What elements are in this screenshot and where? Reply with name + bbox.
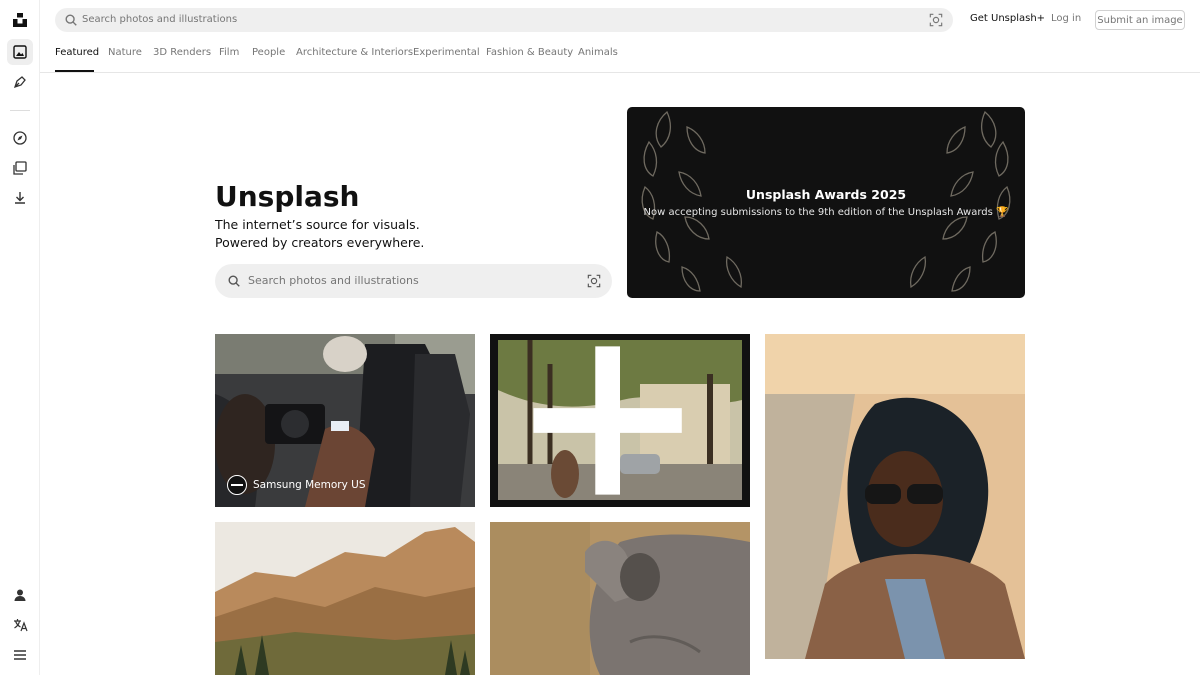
illustrations-icon[interactable] [7,69,33,95]
photo-mountains[interactable] [215,522,475,675]
download-icon[interactable] [7,185,33,211]
explore-icon[interactable] [7,125,33,151]
category-tabs: Featured Nature 3D Renders Film People A… [40,40,1200,73]
photo-credit[interactable]: Samsung Memory US [227,475,366,495]
photographer-name[interactable]: Samsung Memory US [253,478,366,492]
tab-nature[interactable]: Nature [108,46,142,60]
unsplash-logo-icon[interactable] [7,7,33,33]
photo-paris-street[interactable] [490,334,750,507]
page-title: Unsplash [215,180,360,213]
hero-subtitle-line-1: The internet’s source for visuals. [215,217,420,232]
awards-banner[interactable]: Unsplash Awards 2025 Now accepting submi… [627,107,1025,298]
tab-people[interactable]: People [252,46,285,60]
awards-title: Unsplash Awards 2025 [745,187,907,202]
top-header: Search photos and illustrations Get Unsp… [40,0,1200,40]
tab-architecture-interiors[interactable]: Architecture & Interiors [296,46,413,60]
tab-film[interactable]: Film [219,46,239,60]
user-icon[interactable] [7,582,33,608]
unsplash-plus-icon [533,346,682,495]
photo-mountains-image [215,522,475,675]
tab-experimental[interactable]: Experimental [413,46,480,60]
hero-subtitle-line-2: Powered by creators everywhere. [215,235,425,250]
awards-subtitle: Now accepting submissions to the 9th edi… [643,207,1009,218]
photos-icon[interactable] [7,39,33,65]
photo-car-camera[interactable]: Samsung Memory US [215,334,475,507]
visual-search-icon[interactable] [587,274,601,288]
header-search-input[interactable]: Search photos and illustrations [82,13,237,27]
rail-divider [10,110,30,111]
visual-search-icon[interactable] [929,13,943,27]
photo-rhino[interactable] [490,522,750,675]
search-icon[interactable] [227,274,241,288]
tab-fashion-beauty[interactable]: Fashion & Beauty [486,46,573,60]
get-unsplash-plus-link[interactable]: Get Unsplash+ [970,12,1045,26]
collections-icon[interactable] [7,155,33,181]
photo-portrait-sunglasses-image [765,334,1025,659]
login-link[interactable]: Log in [1051,12,1081,26]
photo-portrait-sunglasses[interactable] [765,334,1025,659]
tab-3d-renders[interactable]: 3D Renders [153,46,211,60]
tab-animals[interactable]: Animals [578,46,618,60]
submit-image-button[interactable]: Submit an image [1095,10,1185,30]
avatar[interactable] [227,475,247,495]
hero-search-input[interactable]: Search photos and illustrations [248,273,419,289]
hero-search-bar[interactable]: Search photos and illustrations [215,264,612,298]
active-tab-indicator [55,70,94,72]
header-search-bar[interactable]: Search photos and illustrations [55,8,953,32]
left-rail [0,0,40,675]
search-icon[interactable] [64,13,78,27]
language-icon[interactable] [7,612,33,638]
photo-rhino-image [490,522,750,675]
tab-featured[interactable]: Featured [55,46,99,60]
menu-icon[interactable] [7,642,33,668]
